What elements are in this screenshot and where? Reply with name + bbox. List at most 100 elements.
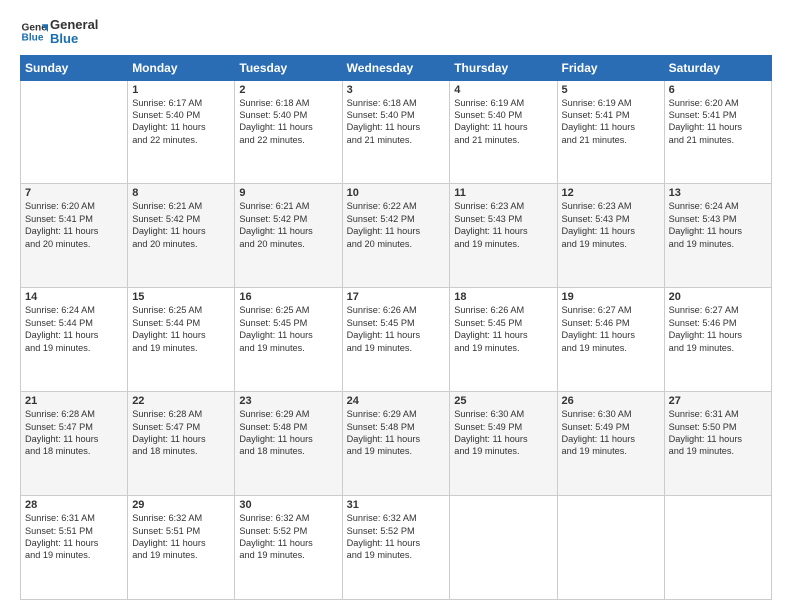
day-info: Sunrise: 6:18 AM Sunset: 5:40 PM Dayligh… xyxy=(239,97,337,147)
day-number: 22 xyxy=(132,395,230,407)
weekday-sunday: Sunday xyxy=(21,55,128,80)
day-info: Sunrise: 6:21 AM Sunset: 5:42 PM Dayligh… xyxy=(132,200,230,250)
weekday-tuesday: Tuesday xyxy=(235,55,342,80)
calendar-table: SundayMondayTuesdayWednesdayThursdayFrid… xyxy=(20,55,772,600)
day-cell: 24Sunrise: 6:29 AM Sunset: 5:48 PM Dayli… xyxy=(342,392,450,496)
day-number: 26 xyxy=(562,395,660,407)
day-cell: 29Sunrise: 6:32 AM Sunset: 5:51 PM Dayli… xyxy=(128,496,235,600)
day-info: Sunrise: 6:29 AM Sunset: 5:48 PM Dayligh… xyxy=(239,408,337,458)
day-info: Sunrise: 6:32 AM Sunset: 5:51 PM Dayligh… xyxy=(132,512,230,562)
day-number: 27 xyxy=(669,395,767,407)
day-cell: 8Sunrise: 6:21 AM Sunset: 5:42 PM Daylig… xyxy=(128,184,235,288)
day-info: Sunrise: 6:28 AM Sunset: 5:47 PM Dayligh… xyxy=(25,408,123,458)
week-row-1: 7Sunrise: 6:20 AM Sunset: 5:41 PM Daylig… xyxy=(21,184,772,288)
logo-blue: Blue xyxy=(50,32,98,46)
day-cell: 10Sunrise: 6:22 AM Sunset: 5:42 PM Dayli… xyxy=(342,184,450,288)
day-info: Sunrise: 6:20 AM Sunset: 5:41 PM Dayligh… xyxy=(669,97,767,147)
day-number: 11 xyxy=(454,187,552,199)
day-info: Sunrise: 6:27 AM Sunset: 5:46 PM Dayligh… xyxy=(669,304,767,354)
day-cell: 27Sunrise: 6:31 AM Sunset: 5:50 PM Dayli… xyxy=(664,392,771,496)
day-info: Sunrise: 6:21 AM Sunset: 5:42 PM Dayligh… xyxy=(239,200,337,250)
day-cell: 23Sunrise: 6:29 AM Sunset: 5:48 PM Dayli… xyxy=(235,392,342,496)
day-number: 4 xyxy=(454,84,552,96)
weekday-header-row: SundayMondayTuesdayWednesdayThursdayFrid… xyxy=(21,55,772,80)
logo: General Blue General Blue xyxy=(20,18,98,47)
day-info: Sunrise: 6:20 AM Sunset: 5:41 PM Dayligh… xyxy=(25,200,123,250)
weekday-thursday: Thursday xyxy=(450,55,557,80)
day-info: Sunrise: 6:27 AM Sunset: 5:46 PM Dayligh… xyxy=(562,304,660,354)
day-cell: 18Sunrise: 6:26 AM Sunset: 5:45 PM Dayli… xyxy=(450,288,557,392)
day-cell: 6Sunrise: 6:20 AM Sunset: 5:41 PM Daylig… xyxy=(664,80,771,184)
week-row-4: 28Sunrise: 6:31 AM Sunset: 5:51 PM Dayli… xyxy=(21,496,772,600)
header: General Blue General Blue xyxy=(20,18,772,47)
day-cell xyxy=(21,80,128,184)
day-cell: 5Sunrise: 6:19 AM Sunset: 5:41 PM Daylig… xyxy=(557,80,664,184)
day-info: Sunrise: 6:32 AM Sunset: 5:52 PM Dayligh… xyxy=(347,512,446,562)
day-number: 7 xyxy=(25,187,123,199)
day-cell: 2Sunrise: 6:18 AM Sunset: 5:40 PM Daylig… xyxy=(235,80,342,184)
day-number: 12 xyxy=(562,187,660,199)
day-number: 29 xyxy=(132,499,230,511)
day-number: 16 xyxy=(239,291,337,303)
day-info: Sunrise: 6:30 AM Sunset: 5:49 PM Dayligh… xyxy=(454,408,552,458)
day-number: 25 xyxy=(454,395,552,407)
calendar-header: SundayMondayTuesdayWednesdayThursdayFrid… xyxy=(21,55,772,80)
day-cell: 13Sunrise: 6:24 AM Sunset: 5:43 PM Dayli… xyxy=(664,184,771,288)
day-info: Sunrise: 6:19 AM Sunset: 5:41 PM Dayligh… xyxy=(562,97,660,147)
day-info: Sunrise: 6:25 AM Sunset: 5:44 PM Dayligh… xyxy=(132,304,230,354)
day-cell: 31Sunrise: 6:32 AM Sunset: 5:52 PM Dayli… xyxy=(342,496,450,600)
day-cell: 26Sunrise: 6:30 AM Sunset: 5:49 PM Dayli… xyxy=(557,392,664,496)
day-cell: 4Sunrise: 6:19 AM Sunset: 5:40 PM Daylig… xyxy=(450,80,557,184)
day-info: Sunrise: 6:24 AM Sunset: 5:44 PM Dayligh… xyxy=(25,304,123,354)
day-number: 10 xyxy=(347,187,446,199)
day-number: 24 xyxy=(347,395,446,407)
day-info: Sunrise: 6:31 AM Sunset: 5:51 PM Dayligh… xyxy=(25,512,123,562)
day-number: 21 xyxy=(25,395,123,407)
day-info: Sunrise: 6:29 AM Sunset: 5:48 PM Dayligh… xyxy=(347,408,446,458)
week-row-2: 14Sunrise: 6:24 AM Sunset: 5:44 PM Dayli… xyxy=(21,288,772,392)
weekday-saturday: Saturday xyxy=(664,55,771,80)
day-cell: 19Sunrise: 6:27 AM Sunset: 5:46 PM Dayli… xyxy=(557,288,664,392)
day-number: 1 xyxy=(132,84,230,96)
day-info: Sunrise: 6:25 AM Sunset: 5:45 PM Dayligh… xyxy=(239,304,337,354)
day-cell: 1Sunrise: 6:17 AM Sunset: 5:40 PM Daylig… xyxy=(128,80,235,184)
day-cell: 14Sunrise: 6:24 AM Sunset: 5:44 PM Dayli… xyxy=(21,288,128,392)
day-cell: 25Sunrise: 6:30 AM Sunset: 5:49 PM Dayli… xyxy=(450,392,557,496)
day-info: Sunrise: 6:19 AM Sunset: 5:40 PM Dayligh… xyxy=(454,97,552,147)
day-number: 3 xyxy=(347,84,446,96)
day-cell xyxy=(557,496,664,600)
weekday-friday: Friday xyxy=(557,55,664,80)
day-cell: 21Sunrise: 6:28 AM Sunset: 5:47 PM Dayli… xyxy=(21,392,128,496)
day-number: 2 xyxy=(239,84,337,96)
day-cell: 9Sunrise: 6:21 AM Sunset: 5:42 PM Daylig… xyxy=(235,184,342,288)
svg-text:Blue: Blue xyxy=(22,33,44,44)
day-cell xyxy=(450,496,557,600)
day-info: Sunrise: 6:22 AM Sunset: 5:42 PM Dayligh… xyxy=(347,200,446,250)
day-cell: 28Sunrise: 6:31 AM Sunset: 5:51 PM Dayli… xyxy=(21,496,128,600)
day-info: Sunrise: 6:18 AM Sunset: 5:40 PM Dayligh… xyxy=(347,97,446,147)
day-cell: 22Sunrise: 6:28 AM Sunset: 5:47 PM Dayli… xyxy=(128,392,235,496)
weekday-wednesday: Wednesday xyxy=(342,55,450,80)
day-cell: 3Sunrise: 6:18 AM Sunset: 5:40 PM Daylig… xyxy=(342,80,450,184)
day-cell xyxy=(664,496,771,600)
day-cell: 7Sunrise: 6:20 AM Sunset: 5:41 PM Daylig… xyxy=(21,184,128,288)
day-cell: 17Sunrise: 6:26 AM Sunset: 5:45 PM Dayli… xyxy=(342,288,450,392)
day-number: 9 xyxy=(239,187,337,199)
day-cell: 15Sunrise: 6:25 AM Sunset: 5:44 PM Dayli… xyxy=(128,288,235,392)
day-number: 15 xyxy=(132,291,230,303)
day-number: 17 xyxy=(347,291,446,303)
day-cell: 12Sunrise: 6:23 AM Sunset: 5:43 PM Dayli… xyxy=(557,184,664,288)
day-number: 20 xyxy=(669,291,767,303)
day-info: Sunrise: 6:32 AM Sunset: 5:52 PM Dayligh… xyxy=(239,512,337,562)
day-number: 30 xyxy=(239,499,337,511)
day-info: Sunrise: 6:23 AM Sunset: 5:43 PM Dayligh… xyxy=(454,200,552,250)
day-cell: 11Sunrise: 6:23 AM Sunset: 5:43 PM Dayli… xyxy=(450,184,557,288)
day-info: Sunrise: 6:30 AM Sunset: 5:49 PM Dayligh… xyxy=(562,408,660,458)
week-row-0: 1Sunrise: 6:17 AM Sunset: 5:40 PM Daylig… xyxy=(21,80,772,184)
logo-general: General xyxy=(50,18,98,32)
day-info: Sunrise: 6:28 AM Sunset: 5:47 PM Dayligh… xyxy=(132,408,230,458)
day-cell: 16Sunrise: 6:25 AM Sunset: 5:45 PM Dayli… xyxy=(235,288,342,392)
day-info: Sunrise: 6:17 AM Sunset: 5:40 PM Dayligh… xyxy=(132,97,230,147)
day-number: 6 xyxy=(669,84,767,96)
day-number: 13 xyxy=(669,187,767,199)
